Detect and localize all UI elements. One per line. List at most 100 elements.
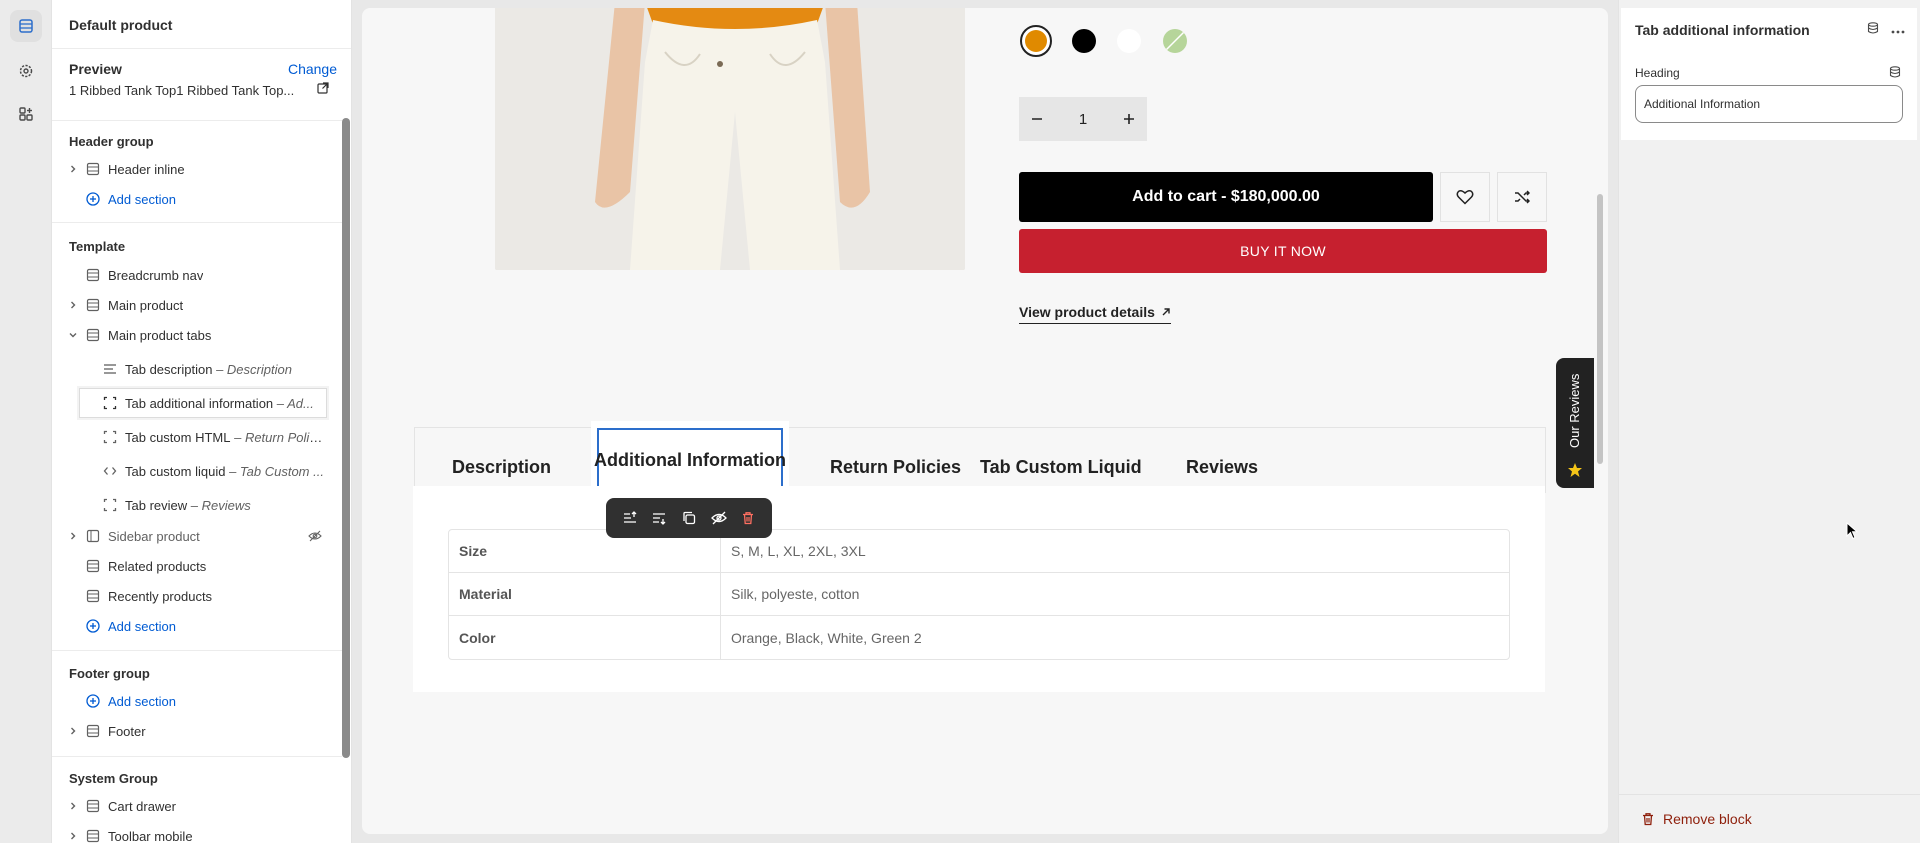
hide-icon[interactable]: [707, 506, 731, 530]
block-sublabel: – Reviews: [187, 497, 251, 513]
block-label: Tab custom HTML: [125, 429, 231, 445]
system-group-title: System Group: [69, 771, 158, 786]
tab-additional-information[interactable]: Additional Information: [594, 428, 786, 492]
section-related-products[interactable]: Related products: [52, 552, 342, 580]
tab-panel: Size S, M, L, XL, 2XL, 3XL Material Silk…: [413, 486, 1545, 692]
move-up-icon[interactable]: [618, 506, 642, 530]
section-main-product[interactable]: Main product: [52, 291, 342, 319]
swatch-green-unavailable[interactable]: [1163, 29, 1187, 53]
preview-scrollbar[interactable]: [1597, 194, 1603, 464]
external-link-icon[interactable]: [317, 82, 329, 97]
header-group-title: Header group: [69, 134, 154, 149]
chevron-right-icon: [71, 165, 76, 173]
add-section-label: Add section: [108, 191, 176, 207]
settings-title: Tab additional information: [1635, 22, 1810, 38]
storefront-preview: 1 Add to cart - $180,000.00 BUY IT NOW V…: [362, 8, 1608, 834]
settings-card: Tab additional information Heading: [1621, 8, 1917, 140]
section-label: Main product: [108, 297, 184, 313]
tab-reviews[interactable]: Reviews: [1186, 457, 1258, 478]
section-main-product-tabs[interactable]: Main product tabs: [52, 321, 342, 349]
apps-icon[interactable]: [10, 98, 42, 130]
block-tab-custom-liquid[interactable]: Tab custom liquid – Tab Custom ...: [52, 457, 342, 485]
swatch-white[interactable]: [1117, 29, 1141, 53]
quantity-value[interactable]: 1: [1055, 111, 1111, 128]
block-tab-additional-information[interactable]: Tab additional information – Ad...: [79, 388, 327, 418]
tab-custom-liquid[interactable]: Tab Custom Liquid: [980, 457, 1142, 478]
plus-icon[interactable]: [1111, 112, 1147, 126]
delete-icon[interactable]: [736, 506, 760, 530]
our-reviews-widget[interactable]: Our Reviews: [1556, 358, 1594, 488]
section-sidebar-product[interactable]: Sidebar product: [52, 522, 342, 550]
database-icon[interactable]: [1867, 22, 1879, 37]
footer-group-title: Footer group: [69, 666, 150, 681]
view-product-details-link[interactable]: View product details: [1019, 304, 1171, 324]
swatch-black[interactable]: [1072, 29, 1096, 53]
minus-icon[interactable]: [1019, 112, 1055, 126]
swatch-orange[interactable]: [1020, 25, 1052, 57]
section-breadcrumb-nav[interactable]: Breadcrumb nav: [52, 261, 342, 289]
block-label: Tab additional information: [125, 395, 274, 411]
block-icon: [103, 396, 117, 410]
table-key: Material: [449, 573, 721, 615]
our-reviews-label: Our Reviews: [1567, 373, 1582, 448]
wishlist-button[interactable]: [1440, 172, 1490, 222]
heading-input[interactable]: [1635, 85, 1903, 123]
eye-hidden-icon[interactable]: [308, 530, 322, 542]
sections-icon[interactable]: [10, 10, 42, 42]
section-footer[interactable]: Footer: [52, 717, 342, 745]
product-image: [495, 8, 965, 270]
section-cart-drawer[interactable]: Cart drawer: [52, 792, 342, 820]
add-section-template[interactable]: Add section: [52, 612, 342, 640]
chevron-right-icon: [71, 301, 76, 309]
chevron-right-icon: [71, 727, 76, 735]
block-label: Tab custom liquid: [125, 463, 226, 479]
divider: [1619, 794, 1920, 795]
settings-icon[interactable]: [10, 55, 42, 87]
section-label: Related products: [108, 558, 207, 574]
tab-return-policies[interactable]: Return Policies: [830, 457, 961, 478]
section-icon: [86, 589, 100, 603]
table-value: Orange, Black, White, Green 2: [731, 629, 922, 646]
chevron-down-icon: [69, 333, 77, 338]
block-tab-review[interactable]: Tab review – Reviews: [52, 491, 342, 519]
section-recently-products[interactable]: Recently products: [52, 582, 342, 610]
block-tab-custom-html[interactable]: Tab custom HTML – Return Polic...: [52, 423, 342, 451]
block-sublabel: – Ad...: [273, 395, 314, 411]
remove-block-label: Remove block: [1663, 811, 1752, 827]
section-header-inline[interactable]: Header inline: [52, 155, 342, 183]
section-label: Main product tabs: [108, 327, 212, 343]
section-label: Toolbar mobile: [108, 828, 193, 843]
trash-icon: [1643, 813, 1653, 826]
tab-description[interactable]: Description: [452, 457, 551, 478]
page-title: Default product: [69, 17, 173, 33]
table-key: Color: [449, 616, 721, 659]
remove-block-button[interactable]: Remove block: [1641, 811, 1752, 827]
add-section-footer[interactable]: Add section: [52, 687, 342, 715]
move-down-icon[interactable]: [647, 506, 671, 530]
dynamic-source-icon[interactable]: [1889, 66, 1901, 81]
add-section-header[interactable]: Add section: [52, 185, 342, 213]
mouse-cursor: [1846, 521, 1859, 543]
shuffle-icon: [1515, 190, 1530, 204]
section-label: Header inline: [108, 161, 185, 177]
add-to-cart-button[interactable]: Add to cart - $180,000.00: [1019, 172, 1433, 222]
duplicate-icon[interactable]: [677, 506, 701, 530]
table-row: Material Silk, polyeste, cotton: [449, 573, 1509, 616]
section-icon: [86, 559, 100, 573]
arrow-up-right-icon: [1162, 308, 1170, 316]
template-group-title: Template: [69, 239, 126, 254]
section-label: Breadcrumb nav: [108, 267, 204, 283]
sidebar-icon: [86, 529, 100, 543]
compare-button[interactable]: [1497, 172, 1547, 222]
change-preview-link[interactable]: Change: [288, 61, 337, 77]
section-toolbar-mobile[interactable]: Toolbar mobile: [52, 822, 342, 843]
more-options-icon[interactable]: [1891, 22, 1905, 37]
block-icon: [103, 430, 117, 444]
buy-it-now-button[interactable]: BUY IT NOW: [1019, 229, 1547, 273]
sidebar-scrollbar[interactable]: [342, 118, 350, 758]
table-row: Size S, M, L, XL, 2XL, 3XL: [449, 530, 1509, 573]
block-label: Tab description: [125, 361, 213, 377]
add-section-label: Add section: [108, 618, 176, 634]
star-icon: [1568, 463, 1582, 477]
block-tab-description[interactable]: Tab description – Description: [52, 355, 342, 383]
